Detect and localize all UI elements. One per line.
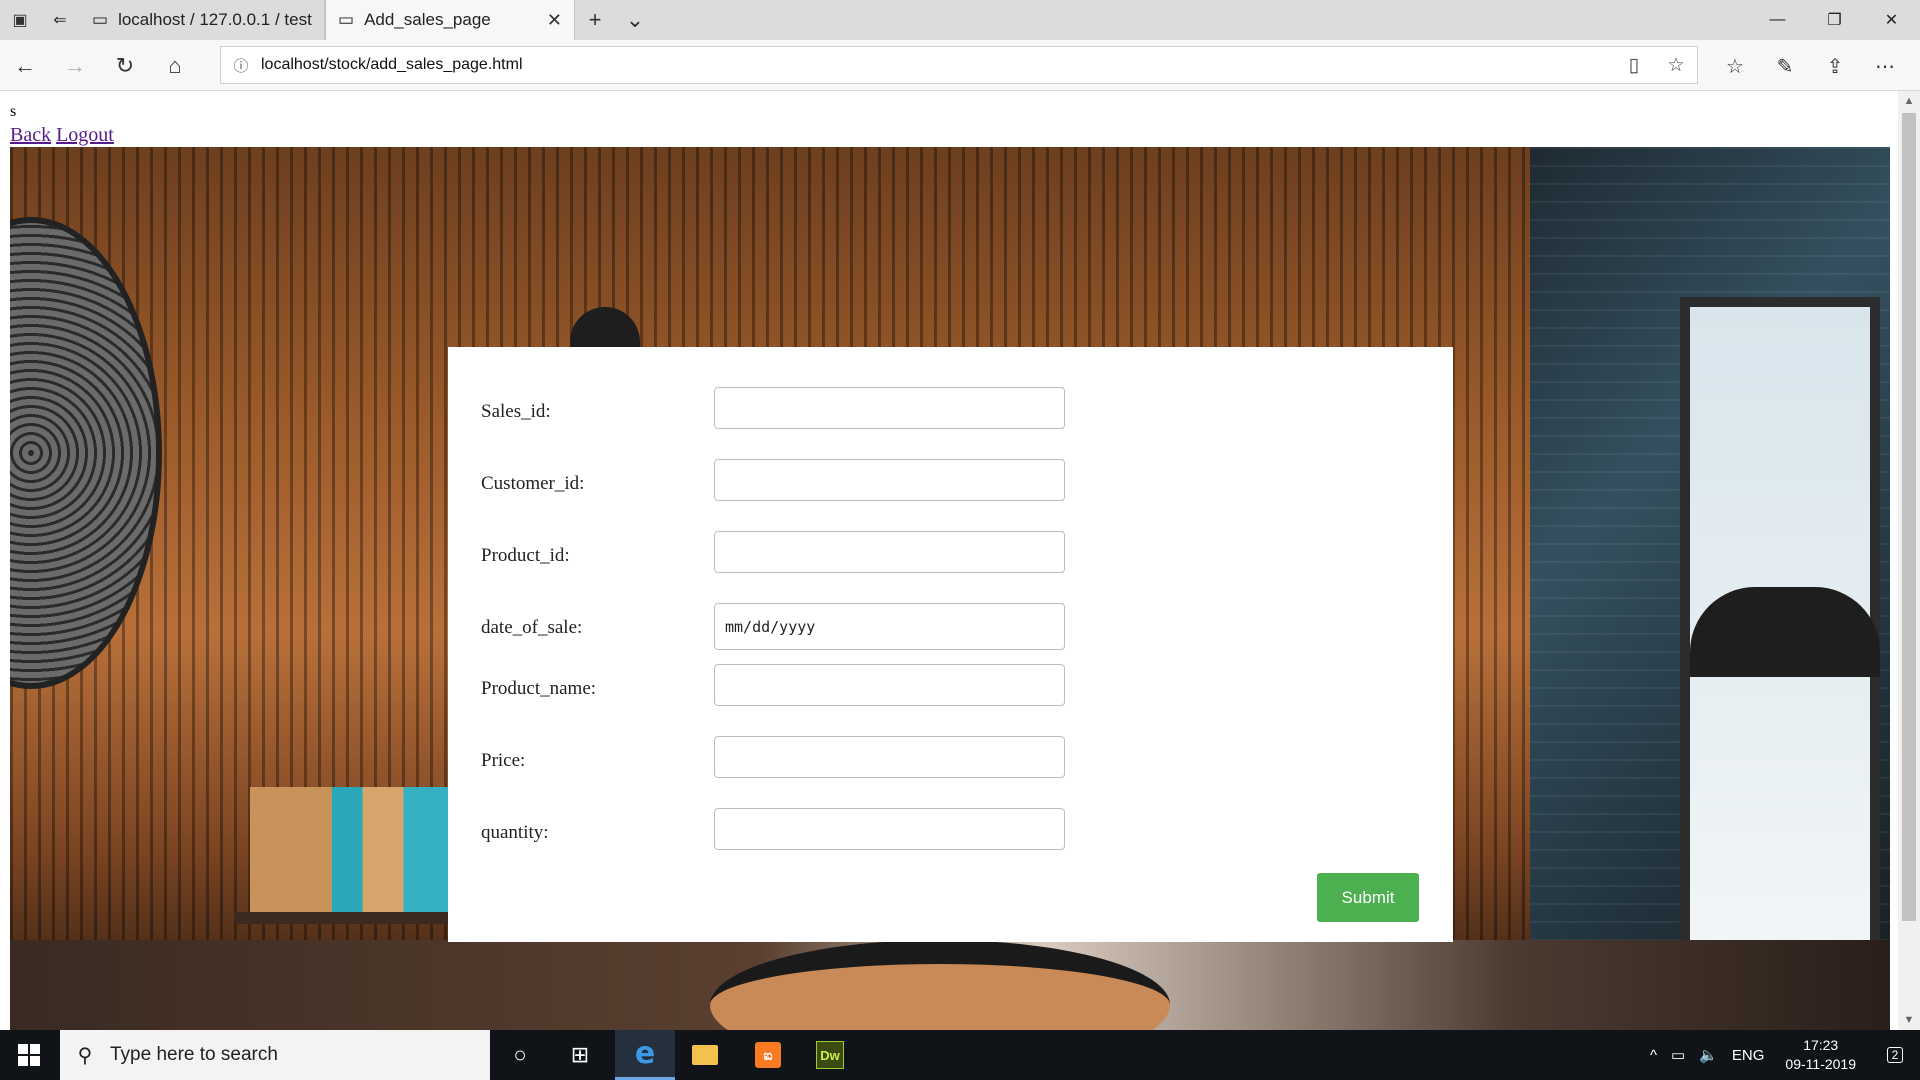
- clock-time: 17:23: [1803, 1037, 1839, 1053]
- close-window-icon[interactable]: ✕: [1863, 0, 1920, 40]
- page-icon: ▭: [338, 10, 355, 29]
- scrollbar-thumb[interactable]: [1902, 113, 1916, 921]
- new-tab-icon[interactable]: +: [575, 0, 615, 40]
- notification-count: 2: [1886, 1047, 1904, 1063]
- page-viewport: s Back Logout Sales_id: Customer_id: Pro…: [0, 91, 1898, 1030]
- nav-links: Back Logout: [10, 124, 114, 147]
- refresh-icon[interactable]: ↻: [105, 46, 145, 86]
- windows-logo-icon: [18, 1044, 40, 1066]
- browser-tools: ☆ ✎ ⇪ ⋯: [1710, 46, 1910, 86]
- battery-icon[interactable]: ▭: [1664, 1046, 1692, 1064]
- quantity-input[interactable]: [714, 808, 1065, 850]
- submit-button[interactable]: Submit: [1317, 873, 1419, 922]
- file-explorer-icon[interactable]: [675, 1030, 735, 1080]
- price-row: Price:: [481, 736, 1081, 778]
- pendant-lamp-image: [570, 307, 640, 347]
- forward-arrow-icon[interactable]: →: [55, 46, 95, 86]
- home-icon[interactable]: ⌂: [155, 46, 195, 86]
- product-id-row: Product_id:: [481, 531, 1081, 573]
- coffee-bags-image: [250, 787, 455, 912]
- address-bar[interactable]: ⓘ localhost/stock/add_sales_page.html ▯ …: [220, 46, 1698, 84]
- search-icon: ⚲: [77, 1044, 93, 1067]
- share-icon[interactable]: ⇪: [1810, 46, 1860, 86]
- shelf-image: [235, 912, 460, 924]
- pendant-lamp-image: [1690, 587, 1880, 677]
- notification-icon[interactable]: 2: [1870, 1047, 1920, 1063]
- tab-add-sales-page[interactable]: ▭ Add_sales_page ✕: [325, 0, 575, 40]
- favorites-icon[interactable]: ☆: [1710, 46, 1760, 86]
- restore-icon[interactable]: ❐: [1806, 0, 1863, 40]
- price-input[interactable]: [714, 736, 1065, 778]
- add-sales-form: Sales_id: Customer_id: Product_id: date_…: [448, 347, 1453, 942]
- minimize-icon[interactable]: —: [1749, 0, 1806, 40]
- sales-id-label: Sales_id:: [481, 401, 551, 422]
- taskbar-search[interactable]: ⚲ Type here to search: [60, 1030, 490, 1080]
- product-id-input[interactable]: [714, 531, 1065, 573]
- site-info-icon[interactable]: ⓘ: [221, 55, 261, 76]
- customer-id-label: Customer_id:: [481, 473, 585, 494]
- window-controls: — ❐ ✕: [1749, 0, 1920, 40]
- logout-link[interactable]: Logout: [56, 124, 114, 146]
- set-aside-tabs-icon[interactable]: ⇐: [40, 0, 80, 40]
- chevron-up-icon[interactable]: ^: [1643, 1047, 1664, 1064]
- browser-tab-bar: ▣ ⇐ ▭ localhost / 127.0.0.1 / test / ▭ A…: [0, 0, 1920, 40]
- tab-localhost[interactable]: ▭ localhost / 127.0.0.1 / test /: [80, 0, 325, 40]
- tab-title: localhost / 127.0.0.1 / test /: [118, 10, 312, 29]
- reading-view-icon[interactable]: ▯: [1613, 54, 1655, 77]
- product-name-input[interactable]: [714, 664, 1065, 706]
- windows-taskbar: ⚲ Type here to search ○ ⊞ e ಐ Dw ^ ▭ 🔈 E…: [0, 1030, 1920, 1080]
- volume-icon[interactable]: 🔈: [1692, 1046, 1725, 1064]
- product-name-row: Product_name:: [481, 664, 1081, 706]
- cortana-icon[interactable]: ○: [490, 1030, 550, 1080]
- clock-date: 09-11-2019: [1785, 1056, 1856, 1072]
- xampp-app-icon[interactable]: ಐ: [738, 1030, 798, 1080]
- url-text[interactable]: localhost/stock/add_sales_page.html: [261, 56, 1613, 74]
- back-link[interactable]: Back: [10, 124, 51, 146]
- user-name-text: s: [10, 103, 17, 120]
- customer-id-row: Customer_id:: [481, 459, 1081, 501]
- search-placeholder: Type here to search: [110, 1044, 278, 1065]
- back-arrow-icon[interactable]: ←: [5, 46, 45, 86]
- start-button[interactable]: [0, 1030, 58, 1080]
- sales-id-input[interactable]: [714, 387, 1065, 429]
- product-id-label: Product_id:: [481, 545, 570, 566]
- pen-icon[interactable]: ✎: [1760, 46, 1810, 86]
- scroll-down-icon[interactable]: ▼: [1898, 1014, 1920, 1026]
- tab-manager-icon[interactable]: ▣: [0, 0, 40, 40]
- edge-app-icon[interactable]: e: [615, 1030, 675, 1080]
- favorite-star-icon[interactable]: ☆: [1655, 54, 1697, 77]
- more-icon[interactable]: ⋯: [1860, 46, 1910, 86]
- quantity-row: quantity:: [481, 808, 1081, 850]
- browser-toolbar: ← → ↻ ⌂ ⓘ localhost/stock/add_sales_page…: [0, 40, 1920, 91]
- language-indicator[interactable]: ENG: [1725, 1047, 1772, 1064]
- wall-fan-image: [10, 217, 162, 689]
- clock[interactable]: 17:23 09-11-2019: [1771, 1036, 1870, 1074]
- quantity-label: quantity:: [481, 822, 549, 843]
- dreamweaver-app-icon[interactable]: Dw: [800, 1030, 860, 1080]
- customer-id-input[interactable]: [714, 459, 1065, 501]
- date-of-sale-label: date_of_sale:: [481, 617, 583, 638]
- task-view-icon[interactable]: ⊞: [550, 1030, 610, 1080]
- system-tray: ^ ▭ 🔈 ENG 17:23 09-11-2019 2: [1643, 1030, 1920, 1080]
- chevron-down-icon[interactable]: ⌄: [615, 0, 655, 40]
- price-label: Price:: [481, 750, 526, 771]
- page-scrollbar[interactable]: ▲ ▼: [1898, 91, 1920, 1030]
- product-name-label: Product_name:: [481, 678, 597, 699]
- date-of-sale-input[interactable]: [714, 603, 1065, 650]
- tab-title: Add_sales_page: [364, 10, 491, 29]
- sales-id-row: Sales_id:: [481, 387, 1081, 429]
- page-icon: ▭: [92, 10, 109, 29]
- close-tab-icon[interactable]: ✕: [547, 10, 562, 31]
- date-of-sale-row: date_of_sale:: [481, 603, 1081, 650]
- scroll-up-icon[interactable]: ▲: [1898, 95, 1920, 107]
